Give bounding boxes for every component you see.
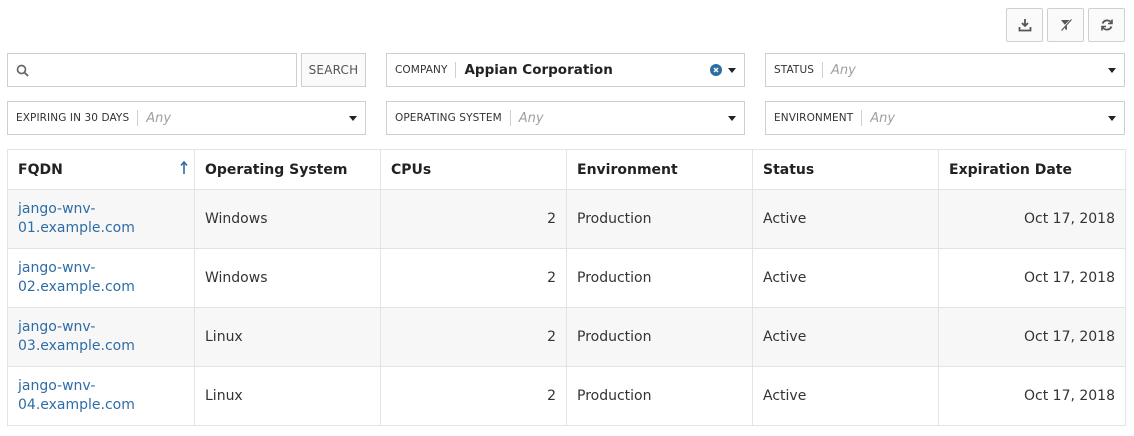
table-row: jango-wnv- 04.example.com Linux 2 Product… <box>7 366 1126 426</box>
expiring-value: Any <box>146 110 172 126</box>
chevron-down-icon <box>1108 67 1116 73</box>
environment-dropdown[interactable]: ENVIRONMENT Any <box>765 101 1125 135</box>
os-label: OPERATING SYSTEM <box>395 112 502 124</box>
os-value: Any <box>518 110 544 126</box>
column-header-status[interactable]: Status <box>752 149 939 190</box>
clear-filters-icon <box>1059 19 1072 31</box>
fqdn-link-text: jango-wnv- <box>18 319 96 335</box>
environment-cell: Production <box>566 366 753 426</box>
cpus-cell: 2 <box>380 248 567 308</box>
fqdn-link-text: jango-wnv- <box>18 378 96 394</box>
fqdn-cell: jango-wnv- 03.example.com <box>7 307 195 367</box>
fqdn-cell: jango-wnv- 01.example.com <box>7 189 195 249</box>
environment-value: Any <box>870 110 896 126</box>
chevron-down-icon <box>349 115 357 121</box>
fqdn-link-text: jango-wnv- <box>18 260 96 276</box>
environment-cell: Production <box>566 248 753 308</box>
fqdn-cell: jango-wnv- 04.example.com <box>7 366 195 426</box>
divider <box>861 110 863 126</box>
expiration-cell: Oct 17, 2018 <box>938 366 1126 426</box>
cpus-cell: 2 <box>380 307 567 367</box>
status-dropdown[interactable]: STATUS Any <box>765 53 1125 87</box>
search-icon <box>16 64 29 77</box>
environment-cell: Production <box>566 307 753 367</box>
servers-grid: FQDN Operating System CPUs Environment S… <box>7 149 1126 426</box>
company-dropdown[interactable]: COMPANY Appian Corporation <box>386 53 745 87</box>
chevron-down-icon <box>1108 115 1116 121</box>
fqdn-link-text: 01.example.com <box>18 220 135 236</box>
clear-selection-icon[interactable] <box>710 64 722 76</box>
divider <box>137 110 139 126</box>
expiration-cell: Oct 17, 2018 <box>938 189 1126 249</box>
fqdn-link[interactable]: jango-wnv- 02.example.com <box>18 259 135 297</box>
status-label: STATUS <box>774 64 814 76</box>
refresh-icon <box>1100 19 1113 31</box>
fqdn-link-text: 02.example.com <box>18 279 135 295</box>
divider <box>822 62 823 78</box>
search-button[interactable]: SEARCH <box>301 53 366 87</box>
column-header-fqdn[interactable]: FQDN <box>7 149 195 190</box>
company-value: Appian Corporation <box>464 62 613 78</box>
os-cell: Linux <box>194 366 381 426</box>
column-header-expiration-date[interactable]: Expiration Date <box>938 149 1126 190</box>
clear-filters-button[interactable] <box>1047 8 1084 42</box>
download-icon <box>1018 19 1031 32</box>
column-header-environment[interactable]: Environment <box>566 149 753 190</box>
header-row: FQDN Operating System CPUs Environment S… <box>7 149 1126 190</box>
fqdn-link-text: 04.example.com <box>18 397 135 413</box>
os-cell: Windows <box>194 248 381 308</box>
environment-cell: Production <box>566 189 753 249</box>
search-field[interactable] <box>7 53 297 87</box>
expiring-label: EXPIRING IN 30 DAYS <box>16 112 130 124</box>
chevron-down-icon <box>728 67 736 73</box>
fqdn-link[interactable]: jango-wnv- 04.example.com <box>18 377 135 415</box>
search-input[interactable] <box>35 54 296 86</box>
fqdn-link-text: 03.example.com <box>18 338 135 354</box>
expiration-cell: Oct 17, 2018 <box>938 307 1126 367</box>
refresh-button[interactable] <box>1088 8 1125 42</box>
toolbar <box>1006 8 1125 42</box>
column-header-label: FQDN <box>18 161 63 178</box>
expiration-cell: Oct 17, 2018 <box>938 248 1126 308</box>
fqdn-link[interactable]: jango-wnv- 01.example.com <box>18 200 135 238</box>
cpus-cell: 2 <box>380 366 567 426</box>
table-row: jango-wnv- 03.example.com Linux 2 Product… <box>7 307 1126 367</box>
environment-label: ENVIRONMENT <box>774 112 854 124</box>
chevron-down-icon <box>728 115 736 121</box>
status-value: Any <box>831 62 856 78</box>
table-row: jango-wnv- 01.example.com Windows 2 Produ… <box>7 189 1126 249</box>
fqdn-cell: jango-wnv- 02.example.com <box>7 248 195 308</box>
status-cell: Active <box>752 366 939 426</box>
table-row: jango-wnv- 02.example.com Windows 2 Produ… <box>7 248 1126 308</box>
sort-ascending-icon <box>180 161 188 174</box>
company-label: COMPANY <box>395 64 448 76</box>
status-cell: Active <box>752 248 939 308</box>
column-header-operating-system[interactable]: Operating System <box>194 149 381 190</box>
cpus-cell: 2 <box>380 189 567 249</box>
os-dropdown[interactable]: OPERATING SYSTEM Any <box>386 101 745 135</box>
status-cell: Active <box>752 189 939 249</box>
status-cell: Active <box>752 307 939 367</box>
os-cell: Linux <box>194 307 381 367</box>
fqdn-link[interactable]: jango-wnv- 03.example.com <box>18 318 135 356</box>
fqdn-link-text: jango-wnv- <box>18 201 96 217</box>
download-button[interactable] <box>1006 8 1043 42</box>
divider <box>455 62 457 78</box>
expiring-dropdown[interactable]: EXPIRING IN 30 DAYS Any <box>7 101 366 135</box>
column-header-cpus[interactable]: CPUs <box>380 149 567 190</box>
os-cell: Windows <box>194 189 381 249</box>
divider <box>509 110 511 126</box>
